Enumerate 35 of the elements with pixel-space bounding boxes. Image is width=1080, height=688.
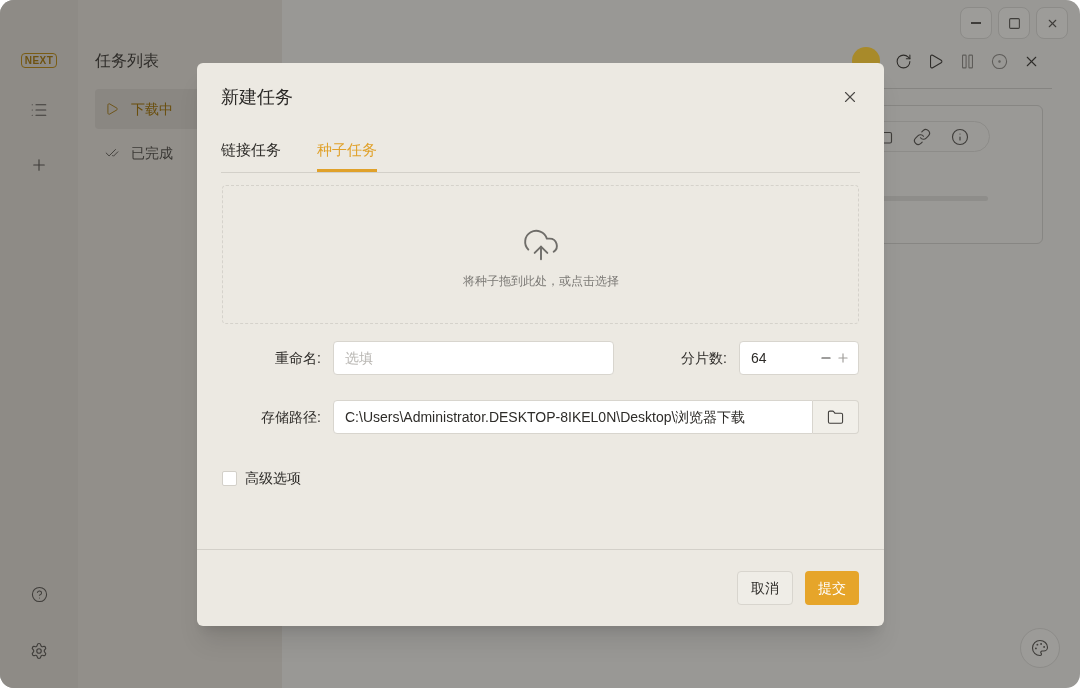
submit-button[interactable]: 提交 <box>805 571 859 605</box>
settings-icon[interactable] <box>30 642 48 660</box>
app-logo: NEXT <box>20 53 58 68</box>
info-icon[interactable] <box>951 127 969 146</box>
link-icon[interactable] <box>913 127 931 146</box>
theme-button[interactable] <box>1020 628 1060 668</box>
cancel-button[interactable]: 取消 <box>737 571 793 605</box>
folder-icon <box>827 408 844 426</box>
play-icon <box>105 102 119 116</box>
save-path-field[interactable]: C:\Users\Administrator.DESKTOP-8IKEL0N\Desktop\浏览器下载 <box>333 400 813 434</box>
tab[interactable]: 链接任务 <box>221 131 281 172</box>
browse-folder-button[interactable] <box>813 400 859 434</box>
field-label: 存储路径: <box>260 407 321 427</box>
maximize-button[interactable] <box>998 7 1030 39</box>
maximize-icon <box>1007 16 1021 30</box>
dropzone-hint: 将种子拖到此处，或点击选择 <box>462 272 619 290</box>
play-icon[interactable] <box>927 52 944 70</box>
chunk-count-stepper[interactable]: 64 <box>739 341 859 375</box>
double-check-icon <box>105 146 119 160</box>
stop-icon[interactable] <box>991 52 1008 70</box>
palette-icon <box>1031 639 1049 657</box>
list-icon[interactable] <box>30 101 48 119</box>
field-label: 重命名: <box>274 348 321 368</box>
minimize-icon <box>971 22 981 24</box>
rename-field[interactable]: 选填 <box>333 341 614 375</box>
panel-title: 任务列表 <box>95 51 160 71</box>
checkbox[interactable] <box>222 471 237 486</box>
refresh-icon[interactable] <box>895 52 912 70</box>
checkbox-label: 高级选项 <box>245 469 301 488</box>
torrent-dropzone[interactable]: 将种子拖到此处，或点击选择 <box>222 185 859 324</box>
help-icon[interactable] <box>30 586 48 603</box>
plus-icon[interactable] <box>836 351 850 365</box>
pause-icon[interactable] <box>959 52 976 70</box>
add-icon[interactable] <box>30 156 48 174</box>
field-label: 分片数: <box>680 348 727 368</box>
